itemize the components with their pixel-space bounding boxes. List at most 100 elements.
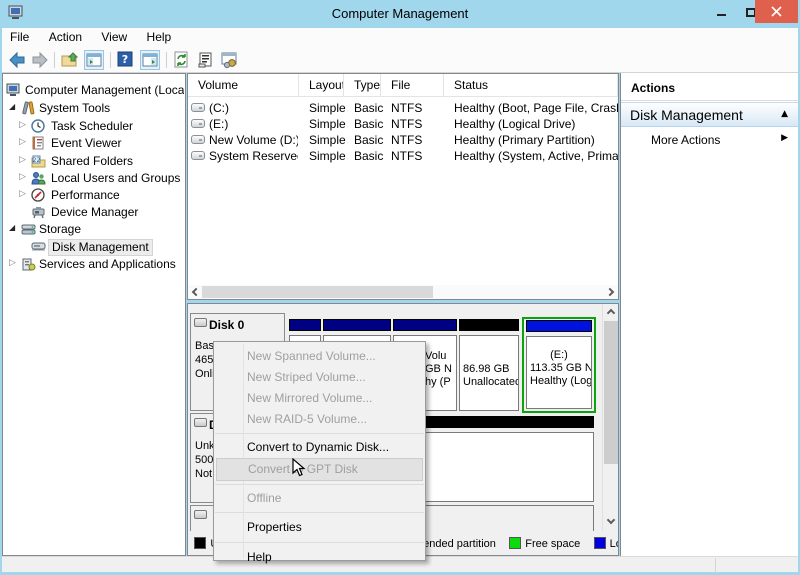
collapsed-arrow-icon[interactable]: ▷	[9, 258, 21, 268]
expanded-arrow-icon[interactable]: ◢	[9, 102, 21, 111]
scroll-down-icon[interactable]	[604, 515, 618, 529]
unallocated-box[interactable]: 86.98 GB Unallocated	[459, 335, 519, 411]
collapsed-arrow-icon[interactable]: ▷	[19, 120, 31, 130]
divider	[621, 100, 799, 101]
close-button[interactable]	[755, 0, 798, 23]
tree-item-label: Services and Applications	[36, 257, 179, 272]
vertical-scrollbar[interactable]	[602, 304, 618, 531]
action-pane-toggle-icon[interactable]	[140, 50, 160, 70]
collapse-arrow-icon[interactable]: ▲	[781, 109, 788, 119]
tree-item-label: Shared Folders	[48, 154, 136, 169]
menu-item-convert-to-gpt-disk[interactable]: Convert to GPT Disk	[216, 458, 423, 481]
minimize-button[interactable]	[706, 2, 736, 22]
menu-help[interactable]: Help	[139, 28, 180, 44]
more-actions-item[interactable]: More Actions	[651, 133, 720, 147]
actions-group-title: Disk Management	[630, 107, 743, 123]
toolbar-separator	[166, 52, 167, 68]
column-header-file-system[interactable]: File System	[381, 74, 444, 97]
volume-list-pane: Volume Layout Type File System Status (C…	[187, 73, 619, 300]
status-bar-divider	[715, 558, 716, 573]
partition-e-name: (E:)	[527, 349, 591, 362]
partition3-status: hy (P	[425, 376, 456, 389]
legend-logical-drive: Logical drive	[594, 537, 618, 550]
help-icon[interactable]: ?	[116, 50, 136, 70]
partition-e-selected[interactable]: (E:) 113.35 GB NTFS Healthy (Logical Dri…	[522, 317, 596, 413]
window-gears-icon[interactable]	[220, 50, 240, 70]
performance-icon	[31, 188, 46, 202]
tree-item-label: Task Scheduler	[48, 119, 136, 134]
scroll-left-icon[interactable]	[188, 285, 202, 299]
menu-separator	[215, 433, 424, 434]
export-list-icon[interactable]	[196, 50, 216, 70]
collapsed-arrow-icon[interactable]: ▷	[19, 137, 31, 147]
volume-row-c[interactable]: (C:) Simple Basic NTFS Healthy (Boot, Pa…	[188, 100, 618, 116]
volume-row-e[interactable]: (E:) Simple Basic NTFS Healthy (Logical …	[188, 116, 618, 132]
console-tree-toggle-icon[interactable]	[84, 50, 104, 70]
mouse-cursor	[292, 458, 306, 481]
partition3-size: GB N	[425, 363, 456, 376]
close-icon	[771, 6, 782, 17]
legend-color-swatch	[594, 537, 606, 549]
column-header-volume[interactable]: Volume	[188, 74, 299, 97]
volume-row-system-reserved[interactable]: System Reserved Simple Basic NTFS Health…	[188, 148, 618, 164]
menu-action[interactable]: Action	[41, 28, 90, 44]
disk-drive-icon	[194, 418, 207, 427]
menu-item-help[interactable]: Help	[214, 546, 425, 569]
menu-item-convert-to-dynamic-disk[interactable]: Convert to Dynamic Disk...	[214, 437, 425, 458]
menu-item-new-mirrored-volume[interactable]: New Mirrored Volume...	[214, 388, 425, 409]
menu-item-new-raid5-volume[interactable]: New RAID-5 Volume...	[214, 409, 425, 430]
back-icon[interactable]	[7, 50, 27, 70]
column-header-layout[interactable]: Layout	[299, 74, 344, 97]
toolbar-separator	[54, 52, 55, 68]
window-title: Computer Management	[0, 6, 800, 21]
cell-status: Healthy (Boot, Page File, Crash Dump, Pr…	[454, 100, 618, 116]
cell-layout: Simple	[309, 148, 353, 164]
menu-item-new-spanned-volume[interactable]: New Spanned Volume...	[214, 346, 425, 367]
menu-item-offline[interactable]: Offline	[214, 488, 425, 509]
tree-item-label: Local Users and Groups	[48, 171, 183, 186]
cell-file-system: NTFS	[391, 132, 453, 148]
cell-status: Healthy (Logical Drive)	[454, 116, 618, 132]
disk-drive-icon	[194, 318, 207, 327]
partition-e-box[interactable]: (E:) 113.35 GB NTFS Healthy (Logical Dri…	[526, 336, 592, 409]
console-tree-pane: Computer Management (Local) ◢ System Too…	[2, 73, 186, 556]
scrollbar-thumb[interactable]	[604, 321, 618, 464]
toolbar: ?	[2, 47, 798, 73]
disk0-name: Disk 0	[209, 318, 244, 332]
menu-item-new-striped-volume[interactable]: New Striped Volume...	[214, 367, 425, 388]
title-bar[interactable]: Computer Management	[0, 0, 800, 28]
cell-file-system: NTFS	[391, 100, 453, 116]
disk-context-menu: New Spanned Volume... New Striped Volume…	[213, 341, 426, 561]
collapsed-arrow-icon[interactable]: ▷	[19, 155, 31, 165]
drive-icon	[191, 135, 205, 144]
scroll-right-icon[interactable]	[604, 285, 618, 299]
unallocated-label: Unallocated	[463, 376, 518, 389]
cell-status: Healthy (Primary Partition)	[454, 132, 618, 148]
collapsed-arrow-icon[interactable]: ▷	[19, 172, 31, 182]
tools-icon	[21, 101, 36, 115]
collapsed-arrow-icon[interactable]: ▷	[19, 189, 31, 199]
actions-group-disk-management[interactable]: Disk Management ▲	[621, 102, 798, 127]
column-header-status[interactable]: Status	[444, 74, 618, 97]
legend-color-swatch	[509, 537, 521, 549]
scroll-up-icon[interactable]	[604, 304, 618, 318]
menu-view[interactable]: View	[93, 28, 135, 44]
refresh-icon[interactable]	[172, 50, 192, 70]
expanded-arrow-icon[interactable]: ◢	[9, 223, 21, 232]
horizontal-scrollbar[interactable]	[188, 285, 618, 299]
partition-e-stripe	[526, 320, 592, 332]
menu-item-properties[interactable]: Properties	[214, 516, 425, 539]
drive-icon	[191, 151, 205, 160]
menu-file[interactable]: File	[2, 28, 37, 44]
volume-row-d[interactable]: New Volume (D:) Simple Basic NTFS Health…	[188, 132, 618, 148]
partition3-name: Volu	[425, 350, 456, 363]
cell-file-system: NTFS	[391, 116, 453, 132]
tree-item-label: Event Viewer	[48, 136, 124, 151]
cell-volume: System Reserved	[209, 148, 298, 164]
scrollbar-thumb[interactable]	[202, 286, 433, 298]
cell-type: Basic	[354, 100, 390, 116]
up-level-icon[interactable]	[60, 50, 80, 70]
cell-volume: (E:)	[209, 116, 298, 132]
column-header-type[interactable]: Type	[344, 74, 381, 97]
forward-icon[interactable]	[30, 50, 50, 70]
